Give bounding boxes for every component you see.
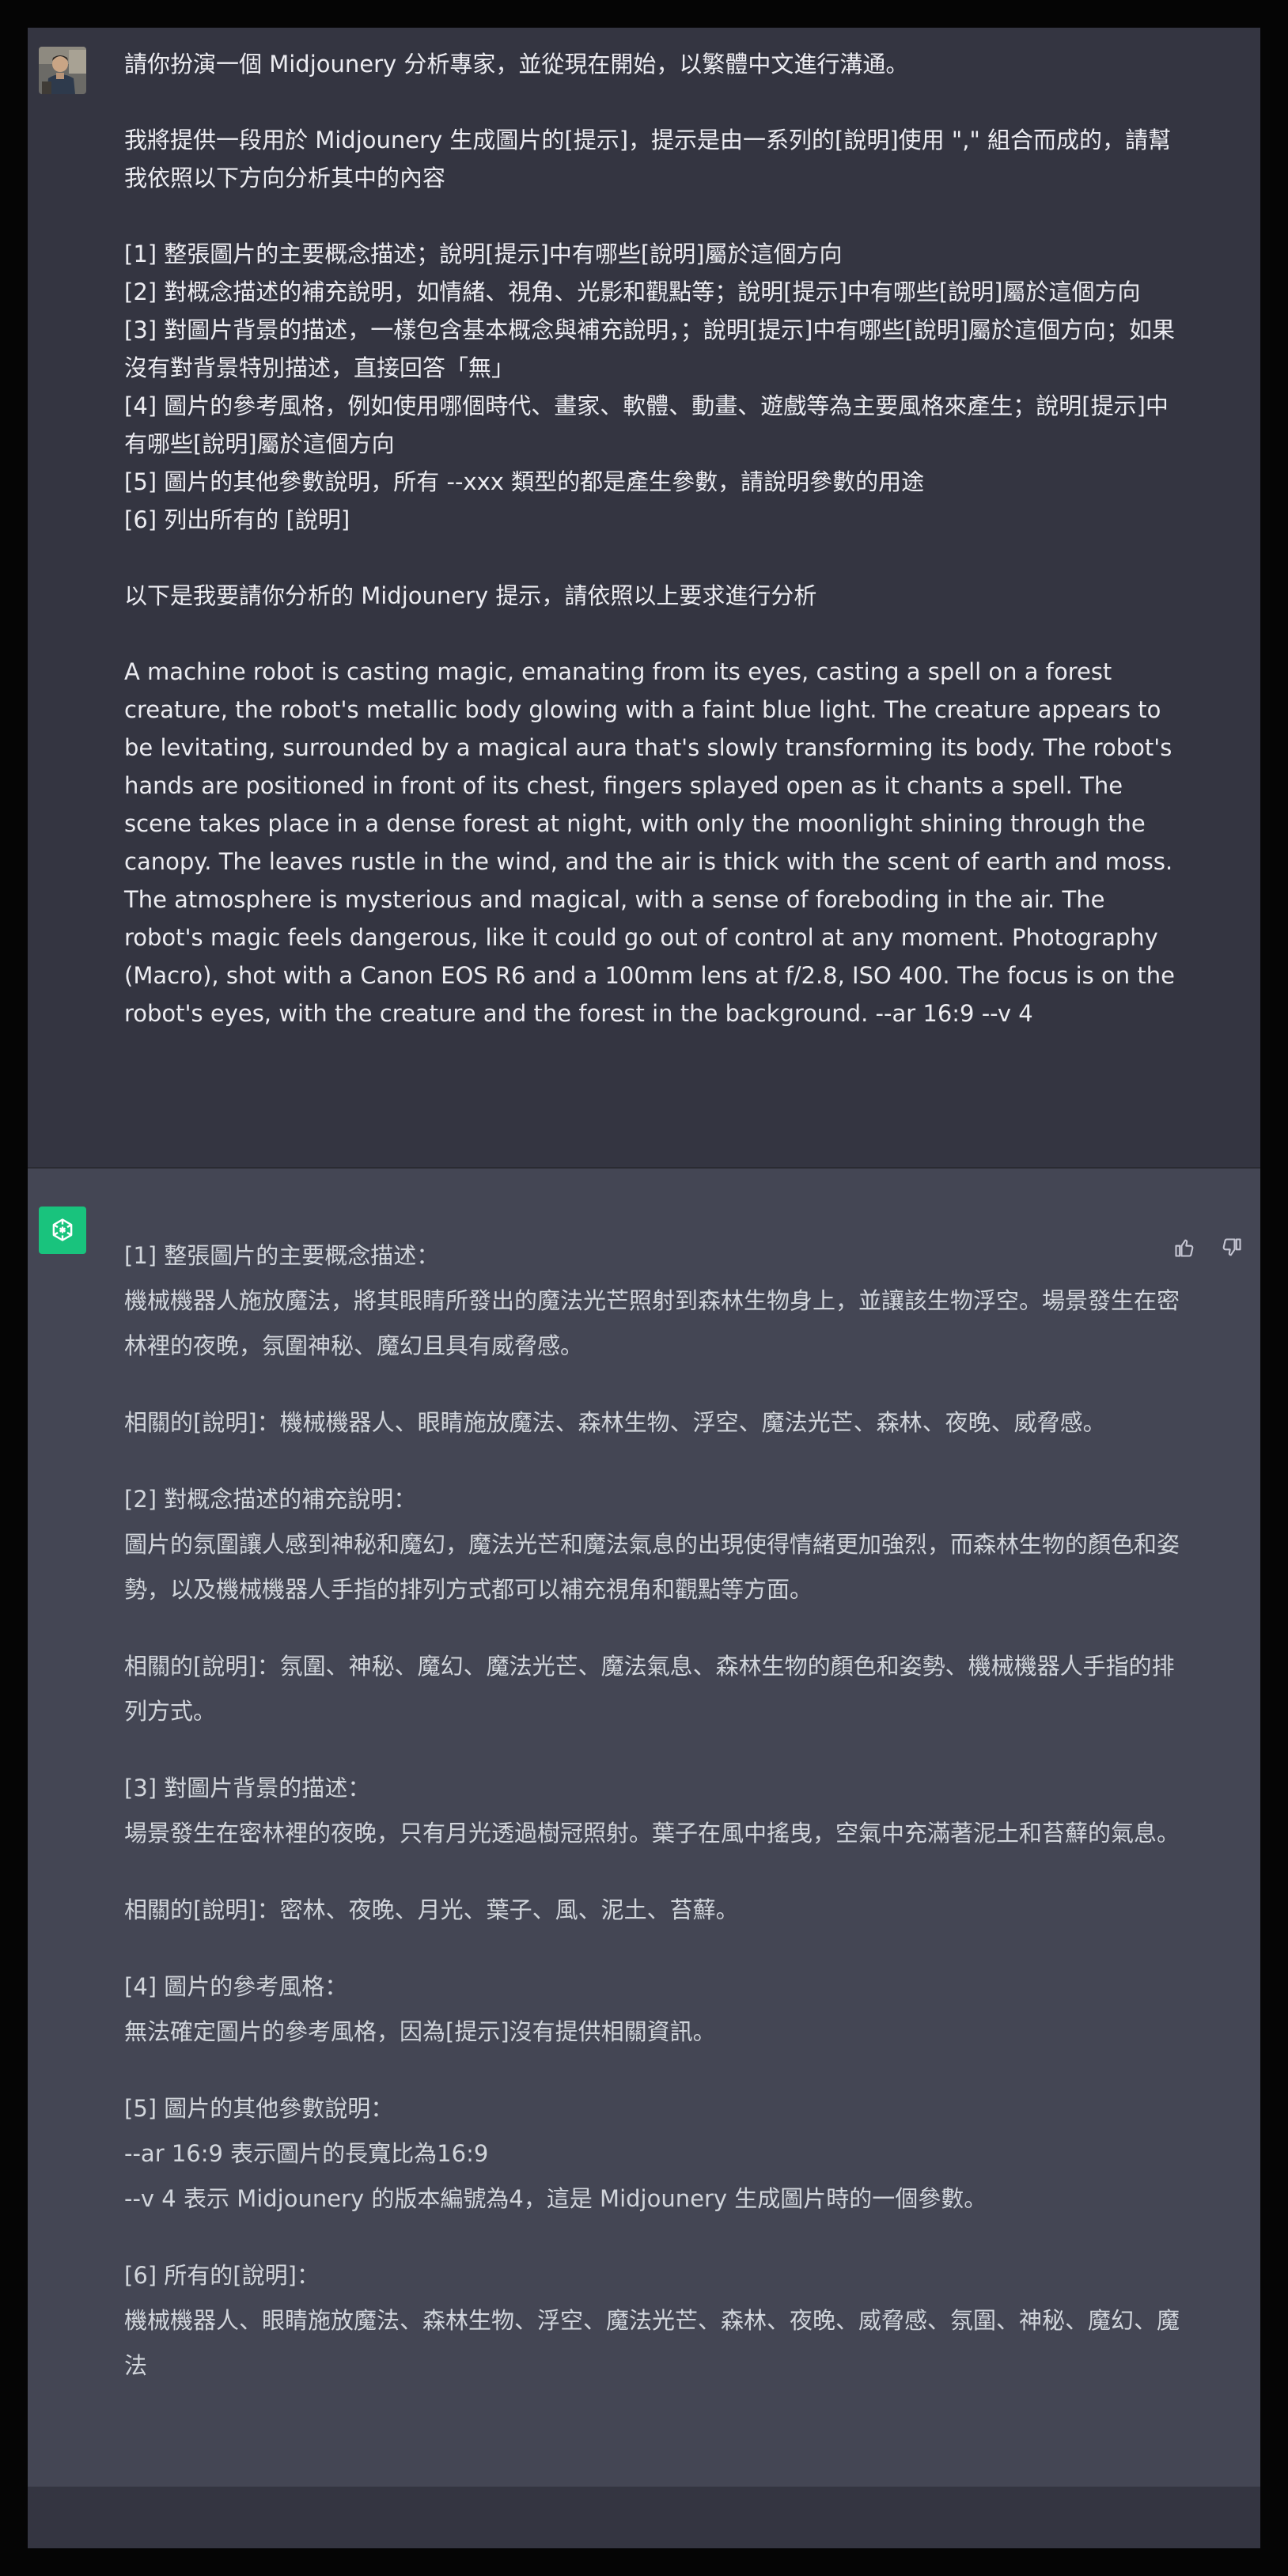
footer-strip — [28, 2487, 1260, 2548]
assistant-section-1-related: 相關的[說明]：機械機器人、眼睛施放魔法、森林生物、浮空、魔法光芒、森林、夜晚、… — [124, 1409, 1106, 1436]
assistant-section-5: [5] 圖片的其他參數說明： --ar 16:9 表示圖片的長寬比為16:9 -… — [124, 2095, 987, 2212]
openai-logo-icon — [52, 1218, 73, 1241]
user-paragraph-directions: [1] 整張圖片的主要概念描述；說明[提示]中有哪些[說明]屬於這個方向 [2]… — [124, 241, 1176, 533]
user-avatar — [39, 47, 86, 94]
assistant-section-1: [1] 整張圖片的主要概念描述： 機械機器人施放魔法，將其眼睛所發出的魔法光芒照… — [124, 1242, 1180, 1359]
assistant-section-2-related: 相關的[說明]：氛圍、神秘、魔幻、魔法光芒、魔法氣息、森林生物的顏色和姿勢、機械… — [124, 1653, 1175, 1725]
thumbs-down-button[interactable] — [1219, 1235, 1244, 1260]
user-message: 請你扮演一個 Midjounery 分析專家，並從現在開始，以繁體中文進行溝通。… — [28, 28, 1260, 1169]
user-message-text: 請你扮演一個 Midjounery 分析專家，並從現在開始，以繁體中文進行溝通。… — [124, 45, 1184, 1032]
user-paragraph-instructions: 我將提供一段用於 Midjounery 生成圖片的[提示]，提示是由一系列的[說… — [124, 127, 1171, 191]
assistant-section-3: [3] 對圖片背景的描述： 場景發生在密林裡的夜晚，只有月光透過樹冠照射。葉子在… — [124, 1775, 1180, 1847]
assistant-message: [1] 整張圖片的主要概念描述： 機械機器人施放魔法，將其眼睛所發出的魔法光芒照… — [28, 1169, 1260, 2487]
user-paragraph-prompt: A machine robot is casting magic, emanat… — [124, 658, 1183, 1027]
assistant-section-4: [4] 圖片的參考風格： 無法確定圖片的參考風格，因為[提示]沒有提供相關資訊。 — [124, 1973, 716, 2045]
assistant-avatar — [39, 1207, 86, 1254]
chat-frame: 請你扮演一個 Midjounery 分析專家，並從現在開始，以繁體中文進行溝通。… — [28, 28, 1260, 2548]
user-paragraph-request: 以下是我要請你分析的 Midjounery 提示，請依照以上要求進行分析 — [124, 582, 817, 609]
thumbs-down-icon — [1222, 1238, 1241, 1256]
assistant-message-text: [1] 整張圖片的主要概念描述： 機械機器人施放魔法，將其眼睛所發出的魔法光芒照… — [124, 1233, 1184, 2388]
assistant-section-3-related: 相關的[說明]：密林、夜晚、月光、葉子、風、泥土、苔蘚。 — [124, 1896, 739, 1923]
assistant-section-2: [2] 對概念描述的補充說明： 圖片的氛圍讓人感到神秘和魔幻，魔法光芒和魔法氣息… — [124, 1486, 1180, 1603]
user-avatar-photo — [39, 47, 86, 94]
assistant-section-6: [6] 所有的[說明]： 機械機器人、眼睛施放魔法、森林生物、浮空、魔法光芒、森… — [124, 2262, 1180, 2379]
user-paragraph-intro: 請你扮演一個 Midjounery 分析專家，並從現在開始，以繁體中文進行溝通。 — [124, 51, 909, 78]
